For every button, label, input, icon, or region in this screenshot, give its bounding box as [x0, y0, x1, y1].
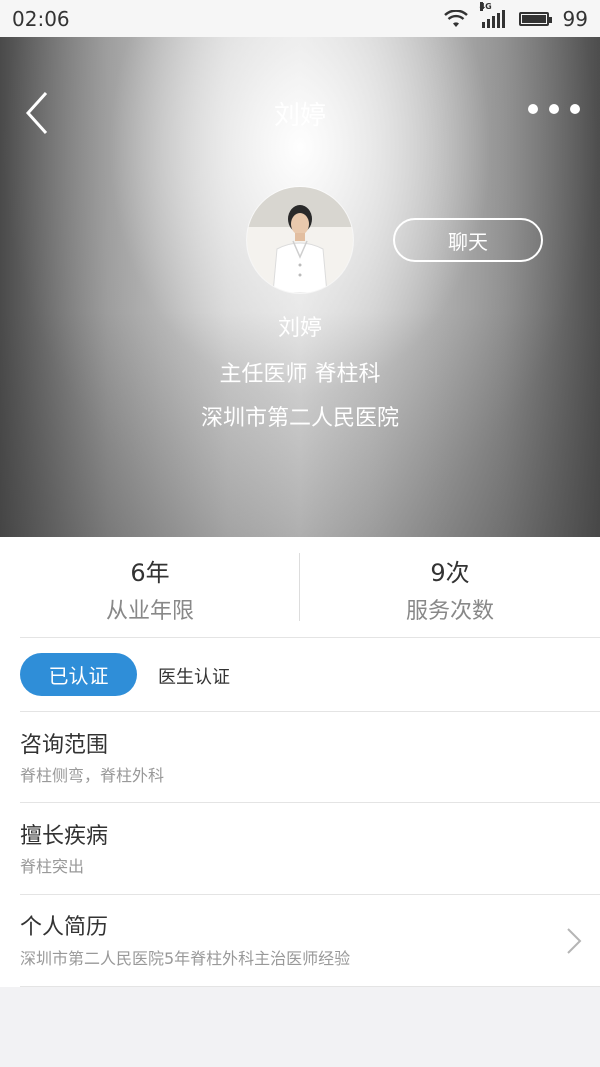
stats-row: 6年 从业年限 9次 服务次数	[0, 537, 600, 637]
section-subtitle: 脊柱侧弯，脊柱外科	[20, 766, 165, 785]
battery-icon	[518, 11, 552, 26]
section-title: 擅长疾病	[20, 824, 109, 849]
section-subtitle: 深圳市第二人民医院5年脊柱外科主治医师经验	[20, 949, 351, 968]
certification-label: 医生认证	[158, 667, 230, 688]
divider	[20, 894, 600, 895]
certified-badge: 已认证	[20, 653, 137, 696]
battery-level: 99	[562, 6, 588, 31]
page-title: 刘婷	[273, 101, 326, 131]
doctor-hospital: 深圳市第二人民医院	[200, 406, 399, 431]
divider	[20, 802, 600, 803]
more-button[interactable]	[528, 101, 580, 117]
chevron-right-icon[interactable]	[566, 927, 582, 955]
stat-label: 从业年限	[105, 599, 194, 624]
divider	[20, 637, 600, 638]
network-type: 4G	[479, 1, 492, 11]
doctor-title: 主任医师 脊柱科	[219, 362, 381, 387]
more-dot-icon	[528, 104, 538, 114]
stat-services: 9次 服务次数	[300, 537, 600, 637]
more-dot-icon	[570, 104, 580, 114]
stat-value: 9次	[430, 559, 470, 587]
stat-years: 6年 从业年限	[0, 537, 300, 637]
doctor-photo	[247, 187, 353, 293]
divider	[20, 986, 600, 987]
status-bar: 02:06 4G 99	[0, 0, 600, 37]
profile-header: 刘婷 聊天 刘婷 主任医师 脊柱科 深圳市第二人民医院	[0, 37, 600, 537]
divider	[20, 711, 600, 712]
section-title: 个人简历	[20, 915, 109, 940]
more-dot-icon	[549, 104, 559, 114]
profile-details: 6年 从业年限 9次 服务次数 已认证 医生认证 咨询范围 脊柱侧弯，脊柱外科 …	[0, 537, 600, 987]
signal-icon: 4G	[479, 1, 505, 28]
wifi-icon	[443, 9, 468, 27]
section-subtitle: 脊柱突出	[20, 857, 85, 876]
section-title: 咨询范围	[20, 733, 109, 758]
status-icons: 4G 99	[443, 1, 588, 31]
stat-value: 6年	[130, 559, 170, 587]
avatar	[247, 187, 353, 293]
stat-label: 服务次数	[405, 599, 494, 624]
doctor-name: 刘婷	[277, 316, 322, 341]
chat-button[interactable]: 聊天	[393, 218, 543, 262]
status-time: 02:06	[12, 6, 70, 31]
